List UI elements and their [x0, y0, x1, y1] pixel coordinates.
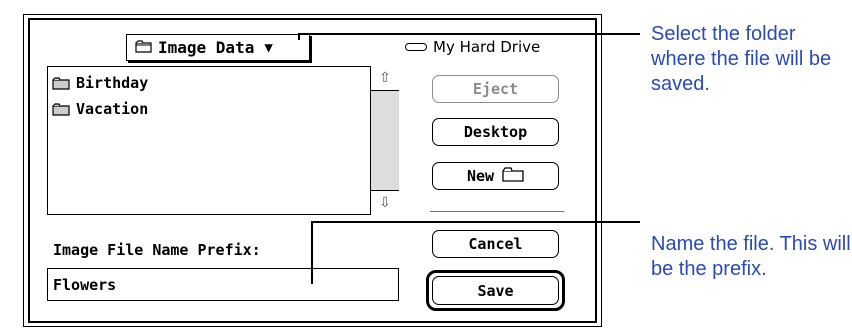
- folder-popup-label: Image Data: [158, 38, 255, 57]
- folder-annotation: Select the folder where the file will be…: [651, 23, 832, 95]
- scroll-up-arrow-icon[interactable]: ⇧: [371, 66, 399, 91]
- folder-popup-menu[interactable]: Image Data ▼: [126, 34, 310, 61]
- eject-button[interactable]: Eject: [432, 75, 559, 103]
- list-item-label: Vacation: [76, 100, 149, 118]
- name-annotation: Name the file. This will be the prefix.: [651, 233, 851, 280]
- scroll-down-arrow-icon[interactable]: ⇩: [371, 190, 399, 215]
- folder-icon: [502, 166, 524, 186]
- hard-drive-icon: [405, 43, 427, 51]
- file-list-scrollbar[interactable]: ⇧ ⇩: [370, 66, 399, 215]
- folder-icon: [52, 102, 70, 116]
- list-item-label: Birthday: [76, 74, 149, 92]
- file-list[interactable]: Birthday Vacation: [47, 66, 399, 215]
- new-folder-label: New: [466, 167, 495, 185]
- name-callout-line: [313, 221, 640, 223]
- folder-callout-line: [300, 33, 640, 35]
- list-item-vacation[interactable]: Vacation: [52, 99, 148, 119]
- file-name-label: Image File Name Prefix:: [53, 241, 261, 259]
- name-callout-line-drop: [311, 221, 313, 284]
- new-folder-button[interactable]: New: [432, 162, 559, 190]
- desktop-button[interactable]: Desktop: [432, 118, 559, 146]
- folder-icon: [52, 76, 70, 90]
- folder-icon: [135, 38, 152, 57]
- save-button[interactable]: Save: [432, 276, 559, 305]
- list-item-birthday[interactable]: Birthday: [52, 73, 148, 93]
- folder-callout-line-drop: [298, 33, 300, 40]
- hard-drive-indicator: My Hard Drive: [405, 36, 540, 58]
- chevron-down-icon: ▼: [264, 39, 273, 56]
- file-name-input[interactable]: Flowers: [47, 268, 399, 301]
- button-divider: [430, 211, 564, 212]
- drive-name: My Hard Drive: [433, 38, 541, 56]
- cancel-button[interactable]: Cancel: [432, 230, 559, 258]
